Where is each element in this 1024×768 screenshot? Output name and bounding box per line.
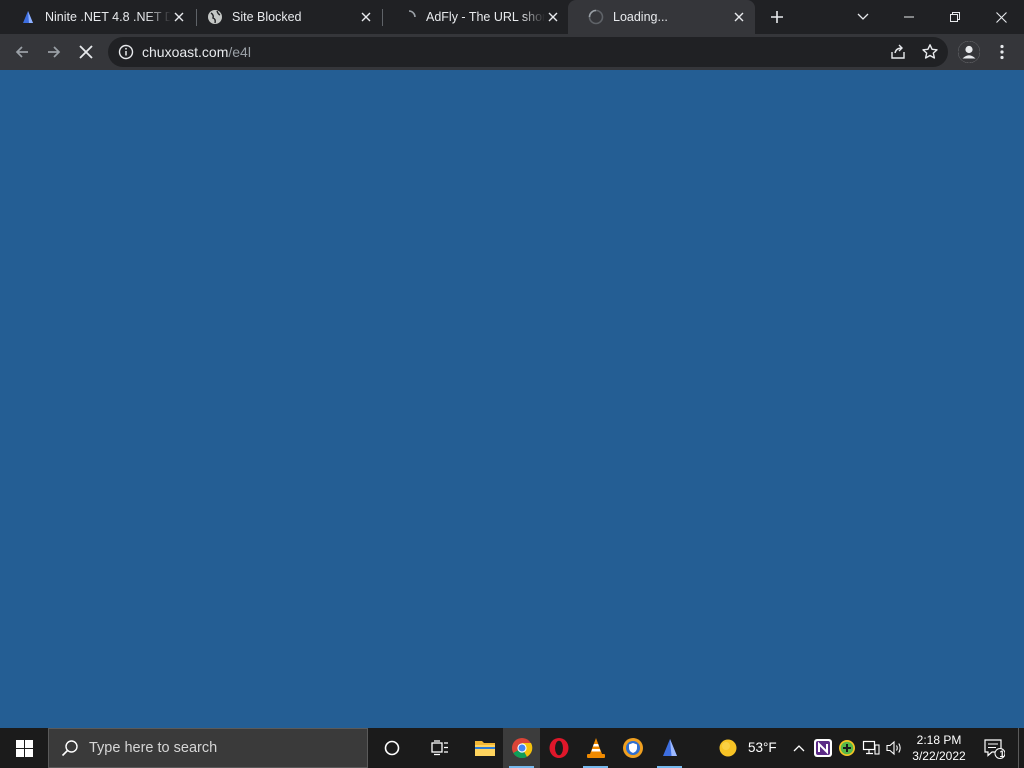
close-tab-icon[interactable] xyxy=(171,9,187,25)
opera-icon xyxy=(549,738,568,758)
browser-toolbar: chuxoast.com/e4l xyxy=(0,34,1024,70)
close-tab-icon[interactable] xyxy=(358,9,374,25)
restore-icon xyxy=(950,12,960,22)
windows-logo-icon xyxy=(15,739,33,757)
n-logo-icon xyxy=(814,739,832,757)
close-tab-icon[interactable] xyxy=(545,9,561,25)
tab-site-blocked[interactable]: Site Blocked xyxy=(187,0,382,34)
tray-app-plus[interactable] xyxy=(836,728,858,768)
vlc-cone-icon xyxy=(586,738,605,758)
search-placeholder: Type here to search xyxy=(89,740,218,756)
shield-browser-icon xyxy=(622,738,643,758)
page-content xyxy=(0,70,1024,728)
tab-loading[interactable]: Loading... xyxy=(568,0,755,34)
taskbar-search-box[interactable]: Type here to search xyxy=(48,728,368,768)
tab-search-button[interactable] xyxy=(840,0,886,34)
clock-time: 2:18 PM xyxy=(916,733,962,747)
arrow-right-icon xyxy=(48,46,61,58)
sun-icon xyxy=(719,739,737,757)
chrome-menu-button[interactable] xyxy=(986,36,1018,68)
address-bar[interactable]: chuxoast.com/e4l xyxy=(108,37,948,67)
new-tab-button[interactable] xyxy=(763,4,791,30)
loading-spinner-icon xyxy=(588,9,604,25)
tab-title: Loading... xyxy=(613,10,668,24)
tab-title: AdFly - The URL shortener xyxy=(426,10,545,24)
close-icon xyxy=(995,11,1007,23)
volume-button[interactable] xyxy=(884,728,906,768)
url-host: chuxoast.com xyxy=(142,44,229,60)
plus-icon xyxy=(771,11,783,23)
forward-button[interactable] xyxy=(38,36,70,68)
action-center-button[interactable]: 1 xyxy=(980,728,1008,768)
show-hidden-icons-button[interactable] xyxy=(789,728,809,768)
chevron-up-icon xyxy=(793,745,805,752)
weather-widget[interactable] xyxy=(716,728,740,768)
restore-button[interactable] xyxy=(932,0,978,34)
taskbar-clock[interactable]: 2:18 PM 3/22/2022 xyxy=(906,732,972,764)
tray-app-n[interactable] xyxy=(812,728,834,768)
search-icon xyxy=(61,740,78,757)
taskbar-ninite[interactable] xyxy=(651,728,688,768)
back-button[interactable] xyxy=(6,36,38,68)
ninite-icon xyxy=(20,9,36,25)
more-vertical-icon xyxy=(1000,44,1004,60)
windows-taskbar: Type here to search 53°F 2:18 PM 3/22/20… xyxy=(0,728,1024,768)
loading-icon xyxy=(401,9,417,25)
speaker-icon xyxy=(886,740,901,756)
stop-loading-button[interactable] xyxy=(70,36,102,68)
minimize-icon xyxy=(904,16,914,18)
url-path: /e4l xyxy=(228,44,251,60)
task-view-button[interactable] xyxy=(421,728,458,768)
taskbar-file-explorer[interactable] xyxy=(466,728,503,768)
minimize-button[interactable] xyxy=(886,0,932,34)
tab-adfly[interactable]: AdFly - The URL shortener xyxy=(381,0,569,34)
share-icon[interactable] xyxy=(889,43,907,61)
close-tab-icon[interactable] xyxy=(731,9,747,25)
show-desktop-button[interactable] xyxy=(1018,728,1024,768)
tab-strip: Ninite .NET 4.8 .NET Desktop Site Blocke… xyxy=(0,0,1024,34)
chevron-down-icon xyxy=(857,13,869,20)
notification-count: 1 xyxy=(999,749,1005,759)
profile-avatar-icon[interactable] xyxy=(958,41,980,63)
tab-title: Site Blocked xyxy=(232,10,302,24)
tab-title: Ninite .NET 4.8 .NET Desktop xyxy=(45,10,171,24)
close-window-button[interactable] xyxy=(978,0,1024,34)
tab-ninite[interactable]: Ninite .NET 4.8 .NET Desktop xyxy=(0,0,195,34)
taskbar-secure-browser[interactable] xyxy=(614,728,651,768)
cortana-circle-icon xyxy=(384,740,399,756)
arrow-left-icon xyxy=(15,46,28,58)
info-icon[interactable] xyxy=(118,44,134,60)
start-button[interactable] xyxy=(0,728,48,768)
weather-temperature[interactable]: 53°F xyxy=(748,740,777,755)
cortana-button[interactable] xyxy=(373,728,410,768)
taskbar-chrome[interactable] xyxy=(503,728,540,768)
stop-icon xyxy=(79,45,93,59)
network-button[interactable] xyxy=(860,728,882,768)
taskbar-opera[interactable] xyxy=(540,728,577,768)
bookmark-star-icon[interactable] xyxy=(921,43,939,61)
green-plus-icon xyxy=(839,740,855,756)
ninite-icon xyxy=(662,739,677,756)
network-icon xyxy=(862,740,880,755)
url-text[interactable]: chuxoast.com/e4l xyxy=(142,44,251,60)
taskbar-vlc[interactable] xyxy=(577,728,614,768)
chrome-icon xyxy=(511,738,532,759)
folder-icon xyxy=(474,741,495,756)
clock-date: 3/22/2022 xyxy=(912,749,966,763)
task-view-icon xyxy=(430,740,448,756)
globe-icon xyxy=(207,9,223,25)
